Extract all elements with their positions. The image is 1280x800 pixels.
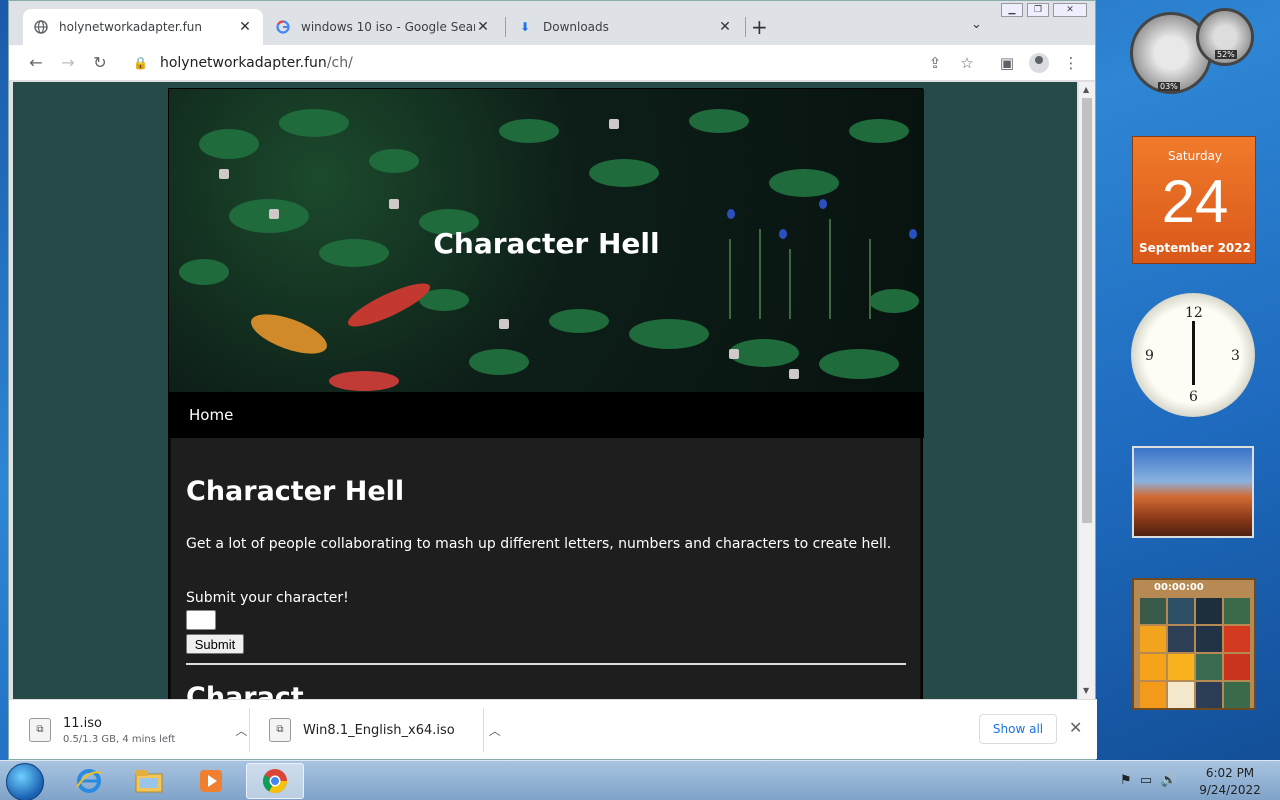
download-filename: 11.iso xyxy=(63,715,103,731)
bookmark-star-icon[interactable]: ☆ xyxy=(957,53,977,73)
close-tab-icon[interactable]: ✕ xyxy=(717,19,733,35)
download-icon: ⬇ xyxy=(519,20,531,34)
menu-kebab-icon[interactable]: ⋮ xyxy=(1061,53,1081,73)
system-tray[interactable]: ⚑ ▭ 🔊 xyxy=(1120,773,1177,788)
download-item[interactable]: ⧉ Win8.1_English_x64.iso ︿ xyxy=(269,708,501,752)
close-tab-icon[interactable]: ✕ xyxy=(237,19,253,35)
globe-icon xyxy=(33,19,49,35)
site-nav: Home xyxy=(169,392,924,438)
tab-title: windows 10 iso - Google Search xyxy=(301,20,475,34)
clock-numeral-9: 9 xyxy=(1145,348,1154,364)
download-filename: Win8.1_English_x64.iso xyxy=(303,722,455,738)
url-path: /ch/ xyxy=(326,55,353,71)
close-tab-icon[interactable]: ✕ xyxy=(475,19,491,35)
cpu-meter-value: 03% xyxy=(1158,82,1180,91)
clock-time[interactable]: 6:02 PM xyxy=(1195,766,1265,780)
clock-minute-hand xyxy=(1192,321,1195,355)
share-icon[interactable]: ⇪ xyxy=(925,53,945,73)
characters-heading: Charact xyxy=(186,682,304,699)
character-textarea[interactable] xyxy=(186,610,216,630)
clock-numeral-6: 6 xyxy=(1189,389,1198,405)
calendar-date: 24 xyxy=(1161,168,1229,235)
tab-title: holynetworkadapter.fun xyxy=(59,20,203,34)
file-explorer-icon[interactable] xyxy=(120,763,178,799)
clock-numeral-12: 12 xyxy=(1185,305,1203,321)
koi-fish-orange xyxy=(246,306,332,362)
side-panel-icon[interactable]: ▣ xyxy=(997,53,1017,73)
puzzle-timer: 00:00:00 xyxy=(1154,582,1204,593)
scrollbar-thumb[interactable] xyxy=(1082,98,1092,523)
browser-toolbar: ← → ↻ 🔒 holynetworkadapter.fun/ch/ ⇪ ☆ ▣… xyxy=(9,45,1095,81)
file-icon: ⧉ xyxy=(29,718,51,742)
slideshow-gadget[interactable] xyxy=(1132,446,1254,538)
divider xyxy=(483,708,484,752)
media-player-icon[interactable] xyxy=(182,763,240,799)
chevron-up-icon[interactable]: ︿ xyxy=(489,722,501,739)
new-tab-button[interactable]: + xyxy=(751,15,768,39)
download-status: 0.5/1.3 GB, 4 mins left xyxy=(63,733,176,745)
submit-character-label: Submit your character! xyxy=(186,590,349,606)
close-icon[interactable]: ✕ xyxy=(1069,718,1082,737)
show-all-button[interactable]: Show all xyxy=(979,714,1057,744)
back-arrow-icon[interactable]: ← xyxy=(25,52,47,74)
calendar-gadget[interactable]: Saturday 24 September 2022 xyxy=(1132,136,1256,264)
internet-explorer-icon[interactable] xyxy=(60,763,118,799)
divider xyxy=(249,708,250,752)
calendar-weekday: Saturday xyxy=(1167,149,1223,163)
tab-title: Downloads xyxy=(543,20,609,34)
close-window-button[interactable]: ✕ xyxy=(1053,3,1087,17)
url-host: holynetworkadapter.fun xyxy=(159,55,327,71)
tab-separator xyxy=(745,17,746,37)
browser-window: holynetworkadapter.fun ✕ windows 10 iso … xyxy=(8,0,1097,760)
memory-meter-value: 52% xyxy=(1215,50,1237,59)
clock-gadget[interactable]: 12 3 6 9 xyxy=(1131,293,1255,417)
address-bar[interactable]: 🔒 holynetworkadapter.fun/ch/ xyxy=(125,49,925,77)
nav-home-link[interactable]: Home xyxy=(189,406,233,424)
vertical-scrollbar[interactable]: ▲ ▼ xyxy=(1079,82,1095,699)
koi-fish-red xyxy=(329,371,399,391)
restore-button[interactable]: ❐ xyxy=(1027,3,1049,17)
tab-search-chevron-icon[interactable]: ⌄ xyxy=(971,17,982,32)
tab-holynetworkadapter[interactable]: holynetworkadapter.fun ✕ xyxy=(23,9,263,45)
scroll-down-arrow-icon[interactable]: ▼ xyxy=(1083,686,1089,695)
page-viewport: Character Hell Home Character Hell Get a… xyxy=(13,82,1077,699)
clock-numeral-3: 3 xyxy=(1231,348,1240,364)
hero-title: Character Hell xyxy=(433,227,660,260)
calendar-month: September 2022 xyxy=(1139,241,1251,255)
forward-arrow-icon[interactable]: → xyxy=(57,52,79,74)
profile-avatar-icon[interactable] xyxy=(1029,53,1049,73)
submit-button[interactable]: Submit xyxy=(186,634,244,654)
tab-google-search[interactable]: windows 10 iso - Google Search ✕ xyxy=(265,9,501,45)
taskbar: ⚑ ▭ 🔊 6:02 PM 9/24/2022 xyxy=(0,760,1280,800)
page-description: Get a lot of people collaborating to mas… xyxy=(186,536,892,552)
main-content: Character Hell Get a lot of people colla… xyxy=(171,438,920,699)
hero-banner: Character Hell xyxy=(169,89,924,392)
tab-strip: holynetworkadapter.fun ✕ windows 10 iso … xyxy=(9,1,1095,45)
lock-icon: 🔒 xyxy=(133,56,148,70)
reload-icon[interactable]: ↻ xyxy=(89,52,111,74)
clock-hour-hand xyxy=(1192,355,1195,385)
start-button[interactable] xyxy=(6,763,44,800)
google-icon xyxy=(275,19,291,35)
clock-date[interactable]: 9/24/2022 xyxy=(1195,783,1265,797)
downloads-bar: ⧉ 11.iso 0.5/1.3 GB, 4 mins left ︿ ⧉ Win… xyxy=(9,699,1097,759)
picture-puzzle-gadget[interactable]: 00:00:00 xyxy=(1132,578,1256,710)
site-container: Character Hell Home Character Hell Get a… xyxy=(168,88,924,699)
tab-downloads[interactable]: ⬇ Downloads ✕ xyxy=(507,9,743,45)
download-item[interactable]: ⧉ 11.iso 0.5/1.3 GB, 4 mins left ︿ xyxy=(29,708,247,752)
chrome-icon[interactable] xyxy=(246,763,304,799)
tab-separator xyxy=(505,17,506,37)
file-icon: ⧉ xyxy=(269,718,291,742)
divider xyxy=(186,663,906,665)
scroll-up-arrow-icon[interactable]: ▲ xyxy=(1083,85,1089,94)
page-title: Character Hell xyxy=(186,476,405,507)
minimize-button[interactable]: ▁ xyxy=(1001,3,1023,17)
chevron-up-icon[interactable]: ︿ xyxy=(235,722,247,739)
